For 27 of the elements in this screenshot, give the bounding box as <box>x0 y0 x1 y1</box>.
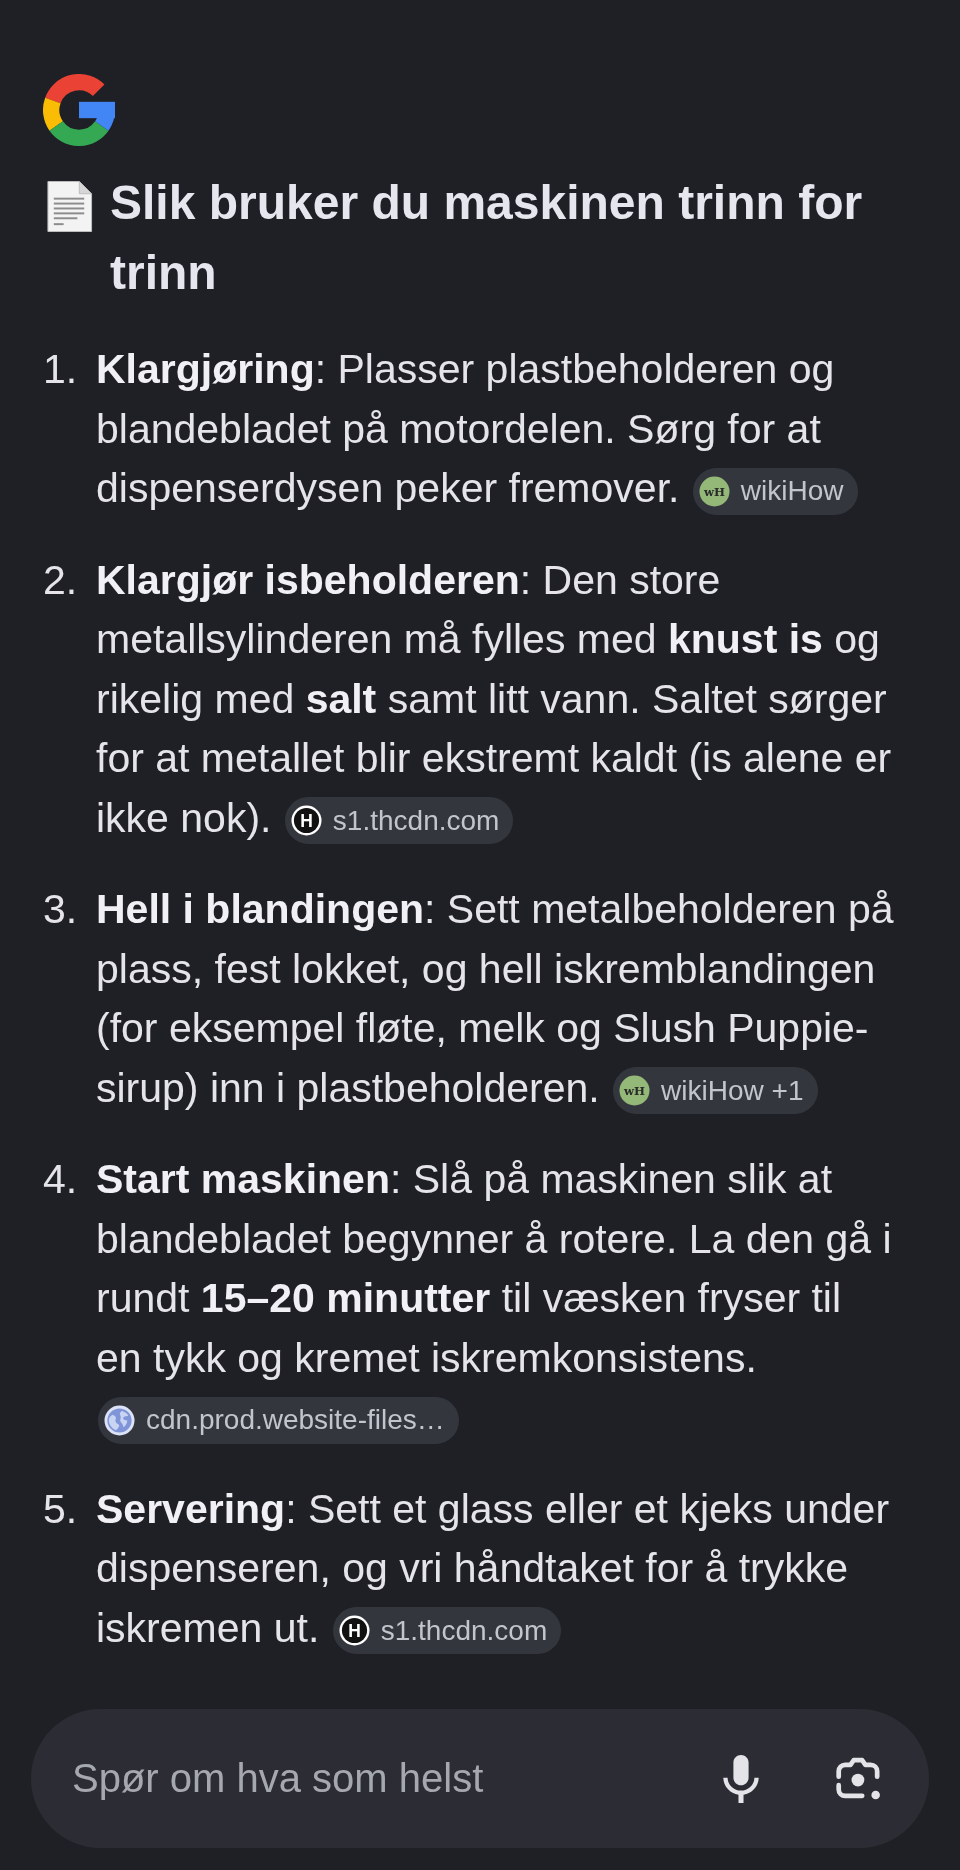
monogram-icon: H <box>290 805 322 837</box>
list-number: 3. <box>43 885 79 934</box>
list-number: 5. <box>43 1484 79 1534</box>
search-bar[interactable]: Spør om hva som helst <box>31 1709 929 1848</box>
step-text: Start maskinen: Slå på maskinen slik at blandebladet begynner å rotere. La den gå i rundt 15–20 minutter til væsken fryser til en tykk og kremet iskremkonsistens. cdn.prod.website-files… <box>96 1150 896 1448</box>
step-text: Klargjør isbeholderen: Den store metallsylinderen må fylles med knust is og rikelig med salt samt litt vann. Saltet sørger for at metallet blir ekstremt kaldt (is alene er ikke nok). H s1.thcdn.com <box>96 550 896 848</box>
source-chip[interactable]: wH wikiHow <box>692 467 858 515</box>
monogram-icon: wH <box>619 1075 651 1107</box>
monogram-icon: wH <box>698 475 730 507</box>
source-chip[interactable]: H s1.thcdn.com <box>332 1607 562 1655</box>
step-text: Klargjøring: Plasser plastbeholderen og blandebladet på motordelen. Sørg for at dispenserdysen peker fremover. wH wikiHow <box>96 340 896 519</box>
source-chip[interactable]: H s1.thcdn.com <box>284 797 514 845</box>
step-text: Servering: Sett et glass eller et kjeks under dispenseren, og vri håndtaket for å trykke iskremen ut. H s1.thcdn.com <box>96 1479 896 1658</box>
list-number: 2. <box>43 555 79 605</box>
list-number: 4. <box>43 1155 79 1204</box>
heading: Slik bruker du maskinen trinn for trinn <box>110 175 864 301</box>
document-icon <box>44 180 95 233</box>
g-logo-icon <box>43 74 115 146</box>
globe-icon <box>104 1404 135 1436</box>
camera-icon <box>836 1756 882 1801</box>
search-field[interactable]: Spør om hva som helst <box>72 1748 717 1809</box>
monogram-icon: H <box>338 1615 370 1647</box>
list-number: 1. <box>43 345 79 394</box>
source-chip[interactable]: wH wikiHow +1 <box>613 1067 818 1115</box>
source-chip[interactable]: cdn.prod.website-files… <box>98 1396 459 1444</box>
microphone-icon <box>723 1754 759 1803</box>
step-text: Hell i blandingen: Sett metalbeholderen på plass, fest lokket, og hell iskremblandingen (for eksempel fløte, melk og Slush Puppie-sirup) inn i plastbeholderen. wH wikiHow +1 <box>96 880 896 1118</box>
